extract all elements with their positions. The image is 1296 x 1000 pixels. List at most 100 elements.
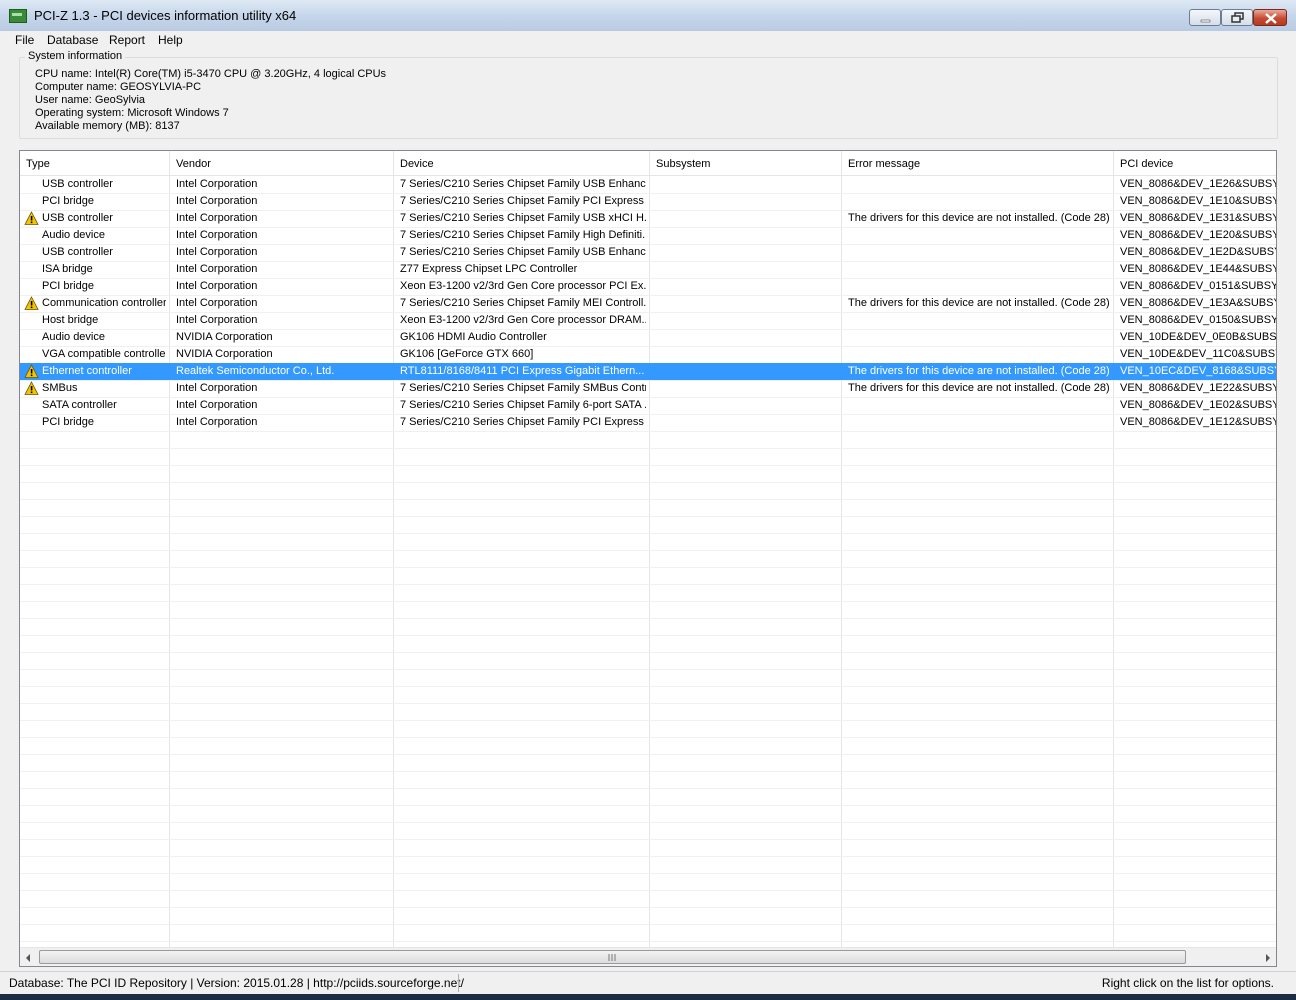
cell-device: GK106 HDMI Audio Controller [400,331,547,343]
restore-icon [1231,12,1244,23]
cell-type: PCI bridge [42,280,94,292]
user-name: User name: GeoSylvia [35,94,146,106]
row-gridline [20,550,1276,551]
menu-file[interactable]: File [15,33,34,47]
row-gridline [20,907,1276,908]
menu-report[interactable]: Report [109,33,145,47]
cell-vendor: NVIDIA Corporation [176,331,273,343]
warning-icon [24,211,39,225]
warning-icon [24,364,39,378]
cell-device: 7 Series/C210 Series Chipset Family USB … [400,178,646,190]
table-row[interactable]: ISA bridge Intel Corporation Z77 Express C… [20,261,1276,278]
cell-pci-device: VEN_8086&DEV_1E02&SUBSYS [1120,399,1277,411]
row-gridline [20,669,1276,670]
menu-database[interactable]: Database [47,33,98,47]
cell-type: USB controller [42,246,113,258]
cell-pci-device: VEN_8086&DEV_0150&SUBSYS [1120,314,1277,326]
cell-pci-device: VEN_8086&DEV_1E10&SUBSYS [1120,195,1277,207]
row-gridline [20,822,1276,823]
status-hint: Right click on the list for options. [1101,976,1274,990]
grip-icon [608,954,616,961]
scroll-left-button[interactable] [20,948,37,966]
row-gridline [20,788,1276,789]
cell-vendor: Intel Corporation [176,280,258,292]
cell-vendor: Intel Corporation [176,314,258,326]
window-title: PCI-Z 1.3 - PCI devices information util… [34,8,297,23]
column-header-type[interactable]: Type [26,158,50,170]
cell-device: 7 Series/C210 Series Chipset Family PCI … [400,416,646,428]
row-gridline [20,890,1276,891]
cell-vendor: Intel Corporation [176,263,258,275]
cell-device: 7 Series/C210 Series Chipset Family SMBu… [400,382,646,394]
cell-pci-device: VEN_8086&DEV_1E31&SUBSYS [1120,212,1277,224]
table-row[interactable]: Communication controller Intel Corporatio… [20,295,1276,312]
app-window: PCI-Z 1.3 - PCI devices information util… [0,0,1296,1000]
row-gridline [20,805,1276,806]
cell-type: USB controller [42,212,113,224]
table-row[interactable]: Host bridge Intel Corporation Xeon E3-1200… [20,312,1277,329]
table-row[interactable]: USB controller Intel Corporation 7 Series/… [20,176,1276,193]
menu-help[interactable]: Help [158,33,183,47]
row-gridline [20,856,1276,857]
minimize-button[interactable] [1189,9,1221,26]
cell-pci-device: VEN_10DE&DEV_11C0&SUBSY [1120,348,1277,360]
table-row[interactable]: PCI bridge Intel Corporation 7 Series/C210… [20,193,1277,210]
taskbar-edge [0,994,1296,1000]
cell-pci-device: VEN_8086&DEV_1E20&SUBSYS [1120,229,1277,241]
cell-type: Ethernet controller [42,365,132,377]
row-gridline [20,533,1276,534]
cell-type: USB controller [42,178,113,190]
available-memory: Available memory (MB): 8137 [35,120,180,132]
cell-device: 7 Series/C210 Series Chipset Family 6-po… [400,399,646,411]
computer-name: Computer name: GEOSYLVIA-PC [35,81,202,93]
column-header-vendor[interactable]: Vendor [176,158,211,170]
close-button[interactable] [1253,9,1287,26]
cell-type: VGA compatible controller [42,348,166,360]
column-header-error-message[interactable]: Error message [848,158,920,170]
scroll-thumb[interactable] [39,950,1186,964]
table-row-selected[interactable]: Ethernet controller Realtek Semiconductor… [20,363,1276,380]
table-row[interactable]: SMBus Intel Corporation 7 Series/C210 Seri… [20,380,1276,397]
device-list[interactable]: Type Vendor Device Subsystem Error messa… [19,150,1277,967]
table-row[interactable]: Audio device Intel Corporation 7 Series/C2… [20,227,1277,244]
system-info-legend: System information [25,50,126,62]
table-row[interactable]: USB controller Intel Corporation 7 Series/… [20,210,1277,227]
warning-icon [24,381,39,395]
cell-device: 7 Series/C210 Series Chipset Family MEI … [400,297,646,309]
cpu-name: CPU name: Intel(R) Core(TM) i5-3470 CPU … [35,68,387,80]
scroll-left-arrow-icon [26,954,30,962]
row-gridline [20,448,1276,449]
cell-type: Audio device [42,331,105,343]
row-gridline [20,516,1276,517]
row-gridline [20,686,1276,687]
scroll-right-button[interactable] [1259,948,1276,966]
cell-type: PCI bridge [42,195,94,207]
row-gridline [20,431,1276,432]
title-bar[interactable]: PCI-Z 1.3 - PCI devices information util… [0,0,1296,32]
horizontal-scrollbar[interactable] [20,947,1276,966]
cell-error-message: The drivers for this device are not inst… [848,297,1110,309]
table-row[interactable]: Audio device NVIDIA Corporation GK106 HDMI… [20,329,1276,346]
column-header-subsystem[interactable]: Subsystem [656,158,710,170]
cell-device: 7 Series/C210 Series Chipset Family PCI … [400,195,646,207]
cell-type: Audio device [42,229,105,241]
row-gridline [20,618,1276,619]
cell-error-message: The drivers for this device are not inst… [848,365,1110,377]
row-gridline [20,635,1276,636]
restore-button[interactable] [1221,9,1253,26]
cell-vendor: Intel Corporation [176,416,258,428]
row-gridline [20,567,1276,568]
table-row[interactable]: PCI bridge Intel Corporation 7 Series/C210… [20,414,1276,431]
column-header-device[interactable]: Device [400,158,434,170]
cell-type: Communication controller [42,297,166,309]
cell-vendor: Intel Corporation [176,382,258,394]
table-row[interactable]: PCI bridge Intel Corporation Xeon E3-1200 … [20,278,1276,295]
column-header-pci-device[interactable]: PCI device [1120,158,1173,170]
row-gridline [20,924,1276,925]
cell-vendor: NVIDIA Corporation [176,348,273,360]
table-row[interactable]: USB controller Intel Corporation 7 Series/… [20,244,1276,261]
table-row[interactable]: VGA compatible controller NVIDIA Corporat… [20,346,1277,363]
row-gridline [20,720,1276,721]
table-row[interactable]: SATA controller Intel Corporation 7 Series… [20,397,1277,414]
cell-vendor: Intel Corporation [176,246,258,258]
